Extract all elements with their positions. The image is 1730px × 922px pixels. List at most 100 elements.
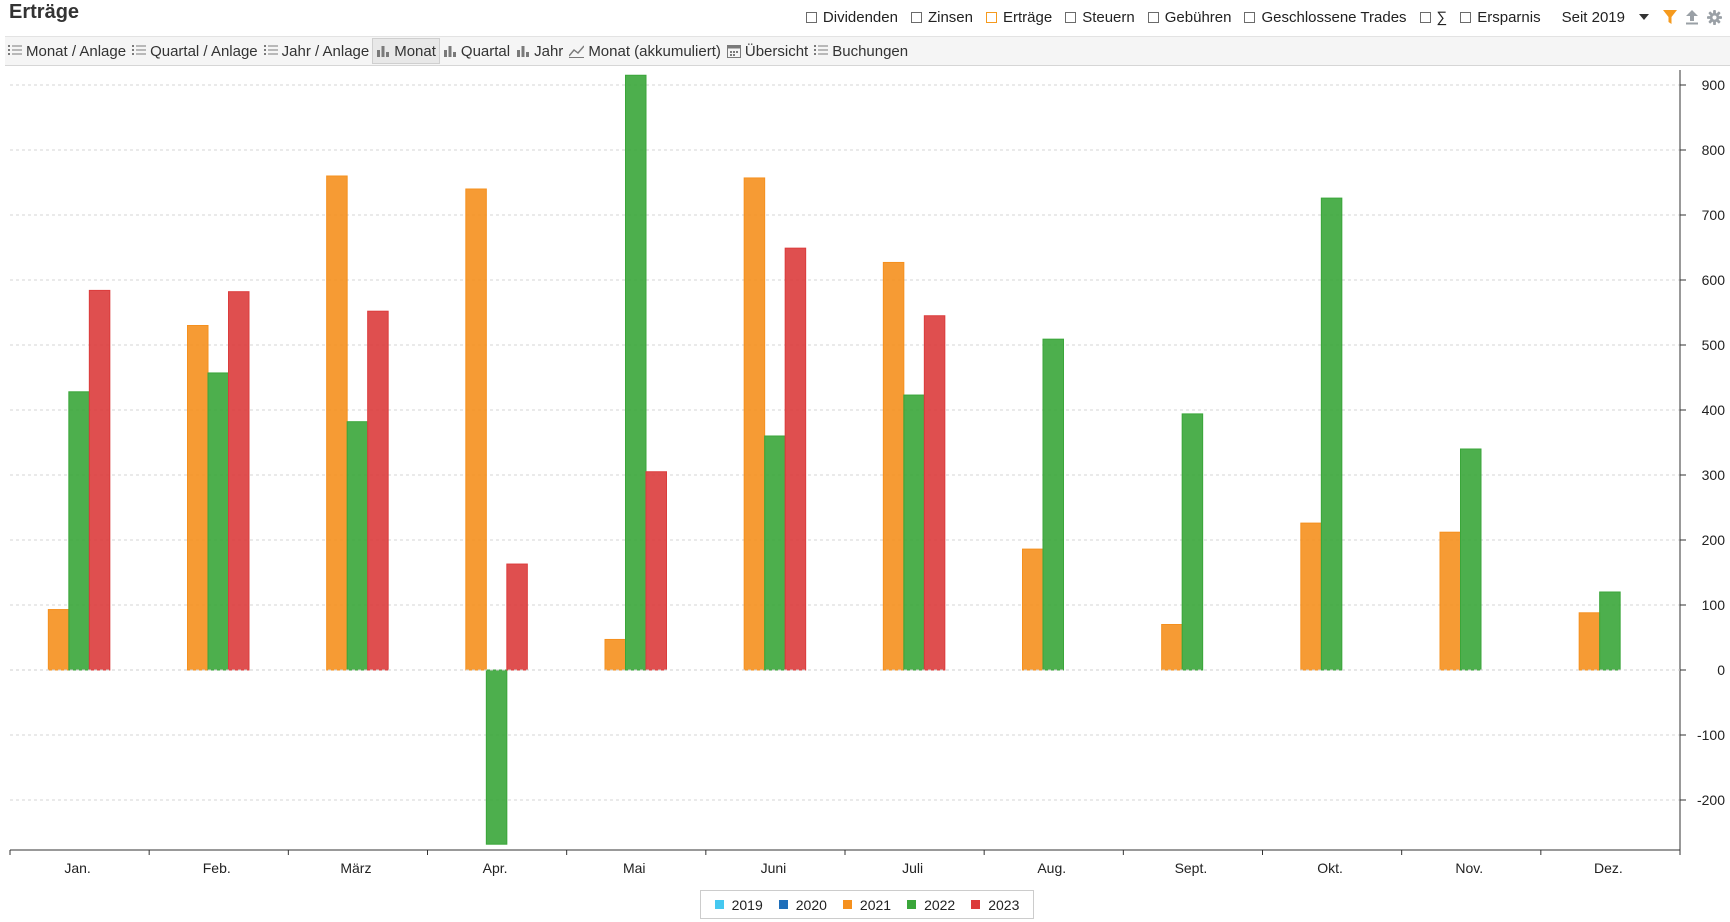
header-bar: Erträge Dividenden Zinsen Erträge Steuer… bbox=[0, 0, 1730, 34]
checkbox-ertraege[interactable] bbox=[986, 11, 997, 23]
bar-2022-Feb. bbox=[207, 372, 229, 671]
bar-2023-Apr. bbox=[506, 563, 528, 671]
legend-item-2019[interactable]: 2019 bbox=[714, 896, 763, 913]
bar-2023-Juni bbox=[784, 247, 807, 671]
y-tick-label: 100 bbox=[1702, 597, 1726, 613]
legend-label: 2023 bbox=[988, 896, 1020, 913]
chart-legend: 2019 2020 2021 2022 2023 bbox=[700, 890, 1034, 919]
bar-2021-Juli bbox=[882, 261, 905, 671]
page-title: Erträge bbox=[9, 1, 80, 23]
filter-geschlossene-trades[interactable]: Geschlossene Trades bbox=[1244, 8, 1407, 26]
tab-jahr[interactable]: Jahr bbox=[513, 38, 566, 64]
bar-2022-Aug. bbox=[1042, 338, 1064, 671]
bar-2021-Sept. bbox=[1161, 624, 1183, 671]
filter-label: Steuern bbox=[1082, 8, 1135, 26]
bar-2022-Jan. bbox=[68, 391, 90, 671]
bar-2022-Sept. bbox=[1181, 413, 1204, 671]
bar-2021-Juni bbox=[743, 177, 766, 671]
chevron-down-icon bbox=[1639, 14, 1649, 20]
bar-2023-Feb. bbox=[228, 291, 250, 671]
filter-label: Gebühren bbox=[1164, 8, 1232, 26]
bar-2022-Mai bbox=[625, 74, 647, 671]
filter-gebuehren[interactable]: Gebühren bbox=[1147, 8, 1232, 26]
x-tick-label: Nov. bbox=[1455, 860, 1483, 876]
bar-2021-Mai bbox=[604, 638, 626, 671]
tab-label: Quartal bbox=[460, 42, 511, 60]
checkbox-sum[interactable] bbox=[1419, 11, 1431, 23]
tab-monat-akkumuliert[interactable]: Monat (akkumuliert) bbox=[566, 38, 724, 64]
x-tick-label: Juni bbox=[761, 860, 787, 876]
legend-label: 2021 bbox=[859, 896, 892, 913]
tab-quartal[interactable]: Quartal bbox=[440, 38, 513, 64]
tab-label: Übersicht bbox=[744, 42, 809, 60]
bar-2023-Mai bbox=[645, 471, 667, 671]
checkbox-steuern[interactable] bbox=[1065, 11, 1077, 23]
bar-2021-Aug. bbox=[1022, 548, 1044, 671]
filter-icon[interactable] bbox=[1663, 9, 1677, 25]
legend-swatch bbox=[842, 900, 852, 909]
bar-2021-Dez. bbox=[1578, 612, 1601, 671]
monthly-bar-chart: -200 -100 0 100 200 300 400 500 600 700 800 900 Jan.… bbox=[9, 70, 1726, 876]
export-icon[interactable] bbox=[1685, 9, 1699, 25]
filter-zinsen[interactable]: Zinsen bbox=[910, 9, 973, 26]
y-tick-label: 500 bbox=[1702, 337, 1726, 353]
checkbox-geschlossene-trades[interactable] bbox=[1244, 11, 1256, 23]
x-tick-label: Sept. bbox=[1175, 860, 1208, 876]
tab-label: Monat / Anlage bbox=[26, 42, 127, 60]
x-tick-label: Feb. bbox=[203, 860, 231, 876]
filter-ertraege[interactable]: Erträge bbox=[986, 9, 1052, 26]
tab-label: Jahr / Anlage bbox=[281, 42, 370, 60]
legend-item-2023[interactable]: 2023 bbox=[971, 897, 1019, 913]
filter-label: Erträge bbox=[1003, 8, 1053, 26]
filter-sum[interactable]: ∑ bbox=[1419, 9, 1447, 26]
bar-2023-März bbox=[367, 310, 389, 671]
bar-2023-Juli bbox=[923, 315, 946, 671]
tab-label: Quartal / Anlage bbox=[150, 42, 258, 60]
tab-monat-anlage[interactable]: Monat / Anlage bbox=[5, 38, 129, 64]
legend-swatch bbox=[778, 900, 788, 909]
bar-2021-Nov. bbox=[1439, 531, 1461, 671]
tab-uebersicht[interactable]: Übersicht bbox=[724, 38, 811, 64]
bar-2022-März bbox=[346, 421, 369, 671]
tab-monat[interactable]: Monat bbox=[372, 38, 440, 64]
x-tick-label: März bbox=[340, 860, 371, 876]
bar-2021-März bbox=[326, 175, 348, 671]
bar-2023-Jan. bbox=[88, 289, 111, 671]
filter-label: Dividenden bbox=[822, 8, 898, 26]
x-tick-label: Juli bbox=[902, 860, 923, 876]
list-icon bbox=[8, 45, 22, 55]
tab-buchungen[interactable]: Buchungen bbox=[811, 38, 911, 64]
bar-2022-Okt. bbox=[1320, 197, 1343, 671]
filter-label: Geschlossene Trades bbox=[1261, 8, 1407, 26]
line-chart-icon bbox=[569, 45, 585, 58]
y-tick-label: -200 bbox=[1697, 792, 1725, 808]
checkbox-zinsen[interactable] bbox=[910, 11, 922, 23]
x-tick-label: Dez. bbox=[1594, 860, 1623, 876]
legend-swatch bbox=[907, 900, 917, 909]
gear-icon[interactable] bbox=[1707, 9, 1722, 25]
legend-swatch bbox=[971, 900, 981, 909]
bar-2021-Okt. bbox=[1300, 522, 1322, 671]
tab-quartal-anlage[interactable]: Quartal / Anlage bbox=[129, 38, 261, 64]
filter-dividenden[interactable]: Dividenden bbox=[805, 8, 898, 26]
period-dropdown[interactable]: Seit 2019 bbox=[1562, 9, 1649, 26]
bar-2022-Dez. bbox=[1599, 591, 1621, 671]
tab-jahr-anlage[interactable]: Jahr / Anlage bbox=[261, 38, 373, 64]
checkbox-gebuehren[interactable] bbox=[1147, 11, 1159, 23]
x-tick-label: Aug. bbox=[1037, 860, 1066, 876]
checkbox-ersparnis[interactable] bbox=[1460, 11, 1472, 23]
bar-chart-icon bbox=[377, 46, 390, 57]
y-tick-label: 200 bbox=[1702, 532, 1726, 548]
legend-item-2021[interactable]: 2021 bbox=[842, 896, 892, 913]
legend-item-2022[interactable]: 2022 bbox=[907, 897, 955, 913]
calendar-icon bbox=[726, 45, 741, 58]
checkbox-dividenden[interactable] bbox=[805, 11, 817, 23]
filter-steuern[interactable]: Steuern bbox=[1065, 9, 1135, 26]
legend-item-2020[interactable]: 2020 bbox=[778, 897, 827, 913]
bar-2022-Apr. bbox=[485, 669, 508, 845]
legend-label: 2019 bbox=[731, 896, 763, 913]
x-tick-label: Jan. bbox=[64, 860, 90, 876]
legend-swatch bbox=[714, 900, 724, 909]
x-tick-label: Apr. bbox=[483, 860, 508, 876]
filter-ersparnis[interactable]: Ersparnis bbox=[1460, 9, 1541, 26]
